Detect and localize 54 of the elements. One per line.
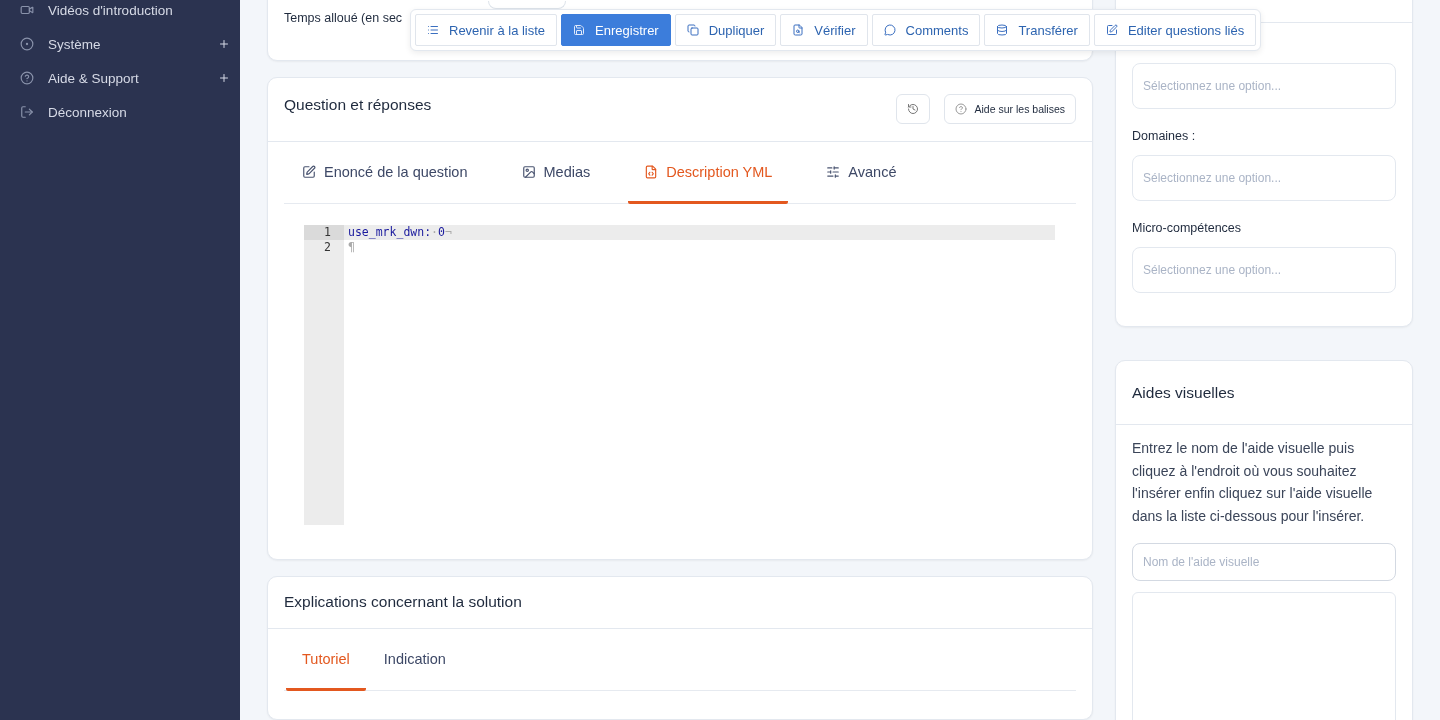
help-icon (20, 71, 34, 85)
name-field[interactable]: Nom de l'aide visuelle (1132, 543, 1396, 581)
list-icon (427, 24, 439, 36)
sidebar-item[interactable]: Système (0, 27, 240, 61)
toolbar-button[interactable]: Dupliquer (674, 14, 777, 46)
tab[interactable]: Avancé (810, 142, 913, 204)
field-label: Domaines : (1132, 129, 1197, 143)
history-icon (906, 103, 919, 116)
toolbar-button[interactable]: Revenir à la liste (415, 14, 558, 46)
pencil-square-icon (1105, 24, 1118, 36)
help-icon (954, 103, 967, 116)
toolbar-button[interactable]: Comments (871, 14, 981, 46)
tab[interactable]: Description YML (628, 142, 789, 204)
code-editor[interactable]: 1 2 use_mrk_dwn:·0¬ ¶ (304, 225, 1056, 525)
history-button[interactable] (895, 94, 930, 125)
sidebar-item[interactable]: Vidéos d'introduction (0, 0, 240, 27)
code-file-icon (644, 165, 659, 180)
help-button[interactable]: Aide sur les balises (943, 94, 1076, 125)
sliders-icon (826, 165, 841, 180)
copy-icon (686, 24, 699, 36)
tab[interactable]: Indication (367, 629, 462, 691)
logout-icon (20, 105, 34, 119)
settings-icon (20, 37, 34, 51)
tab[interactable]: Tutoriel (286, 629, 366, 691)
instructions-text: Entrez le nom de l'aide visuelle puis cliquez à l'endroit où vous souhaitez l'insérer enfin cliquez sur l'aide visuelle dans la liste ci-dessous pour l'insérer. (1132, 439, 1374, 526)
card-title: Explications concernant la solution (284, 593, 522, 612)
field-label: Micro-compétences (1132, 221, 1243, 235)
select-field[interactable]: Sélectionnez une option... (1132, 247, 1396, 293)
toolbar-button[interactable]: Transférer (984, 14, 1090, 46)
code-line: ¶ (347, 240, 356, 255)
toolbar-button[interactable]: Vérifier (780, 14, 868, 46)
toolbar-button[interactable]: Enregistrer (561, 14, 671, 46)
visual-aids-list[interactable] (1132, 592, 1396, 720)
card-title: Question et réponses (284, 96, 432, 115)
sidebar-item[interactable]: Aide & Support (0, 61, 240, 95)
image-icon (521, 165, 536, 180)
field-label: Temps alloué (en sec (284, 11, 403, 25)
line-number: 2 (323, 240, 332, 255)
plus-icon (218, 38, 230, 50)
chat-bubble-icon (883, 24, 896, 36)
video-camera-icon (20, 3, 34, 17)
file-search-icon (792, 24, 805, 36)
plus-icon (218, 72, 230, 84)
select-field[interactable]: Sélectionnez une option... (1132, 63, 1396, 109)
line-number: 1 (304, 225, 344, 240)
card-title: Aides visuelles (1132, 383, 1235, 402)
tab[interactable]: Enoncé de la question (286, 142, 484, 204)
pencil-square-icon (302, 165, 316, 180)
toolbar-button[interactable]: Editer questions liés (1093, 14, 1257, 46)
save-icon (573, 24, 586, 36)
tab[interactable]: Medias (505, 142, 607, 204)
sidebar-item[interactable]: Déconnexion (0, 95, 240, 129)
select-field[interactable]: Sélectionnez une option... (1132, 155, 1396, 201)
database-icon (996, 24, 1009, 36)
